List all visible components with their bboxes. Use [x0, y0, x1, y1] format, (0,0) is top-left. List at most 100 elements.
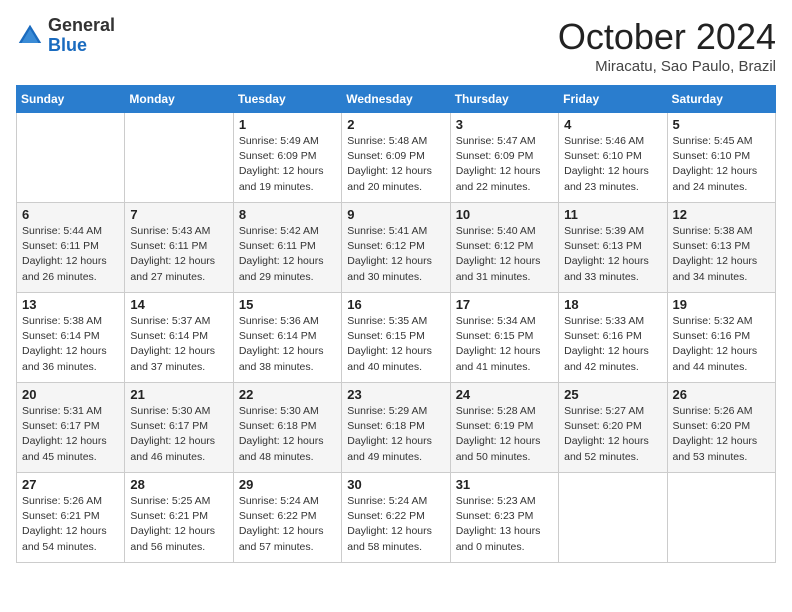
day-info: Sunrise: 5:30 AM Sunset: 6:18 PM Dayligh… — [239, 404, 336, 465]
day-number: 26 — [673, 387, 770, 402]
day-info: Sunrise: 5:41 AM Sunset: 6:12 PM Dayligh… — [347, 224, 444, 285]
day-number: 12 — [673, 207, 770, 222]
day-info: Sunrise: 5:44 AM Sunset: 6:11 PM Dayligh… — [22, 224, 119, 285]
calendar-cell: 12 Sunrise: 5:38 AM Sunset: 6:13 PM Dayli… — [667, 203, 775, 293]
day-number: 19 — [673, 297, 770, 312]
day-info: Sunrise: 5:23 AM Sunset: 6:23 PM Dayligh… — [456, 494, 553, 555]
calendar-cell: 5Sunrise: 5:45 AM Sunset: 6:10 PM Daylig… — [667, 113, 775, 203]
calendar-cell: 19 Sunrise: 5:32 AM Sunset: 6:16 PM Dayli… — [667, 293, 775, 383]
calendar-cell: 8 Sunrise: 5:42 AM Sunset: 6:11 PM Daylig… — [233, 203, 341, 293]
calendar-cell — [667, 473, 775, 563]
calendar-body: 1Sunrise: 5:49 AM Sunset: 6:09 PM Daylig… — [17, 113, 776, 563]
day-info: Sunrise: 5:40 AM Sunset: 6:12 PM Dayligh… — [456, 224, 553, 285]
calendar-cell: 25 Sunrise: 5:27 AM Sunset: 6:20 PM Dayli… — [559, 383, 667, 473]
calendar-cell: 7Sunrise: 5:43 AM Sunset: 6:11 PM Daylig… — [125, 203, 233, 293]
day-info: Sunrise: 5:34 AM Sunset: 6:15 PM Dayligh… — [456, 314, 553, 375]
day-number: 14 — [130, 297, 227, 312]
day-number: 25 — [564, 387, 661, 402]
day-info: Sunrise: 5:24 AM Sunset: 6:22 PM Dayligh… — [347, 494, 444, 555]
calendar-cell: 4Sunrise: 5:46 AM Sunset: 6:10 PM Daylig… — [559, 113, 667, 203]
calendar-cell: 28Sunrise: 5:25 AM Sunset: 6:21 PM Dayli… — [125, 473, 233, 563]
day-number: 15 — [239, 297, 336, 312]
weekday-header: Wednesday — [342, 86, 450, 113]
day-number: 20 — [22, 387, 119, 402]
day-number: 11 — [564, 207, 661, 222]
day-number: 7 — [130, 207, 227, 222]
calendar-cell: 11 Sunrise: 5:39 AM Sunset: 6:13 PM Dayli… — [559, 203, 667, 293]
day-number: 9 — [347, 207, 444, 222]
calendar-table: SundayMondayTuesdayWednesdayThursdayFrid… — [16, 85, 776, 563]
day-number: 2 — [347, 117, 444, 132]
calendar-cell: 29 Sunrise: 5:24 AM Sunset: 6:22 PM Dayli… — [233, 473, 341, 563]
logo-text: General Blue — [48, 16, 115, 56]
weekday-header: Thursday — [450, 86, 558, 113]
calendar-cell: 14 Sunrise: 5:37 AM Sunset: 6:14 PM Dayli… — [125, 293, 233, 383]
day-number: 4 — [564, 117, 661, 132]
weekday-header: Sunday — [17, 86, 125, 113]
day-info: Sunrise: 5:32 AM Sunset: 6:16 PM Dayligh… — [673, 314, 770, 375]
calendar-cell: 16 Sunrise: 5:35 AM Sunset: 6:15 PM Dayli… — [342, 293, 450, 383]
day-info: Sunrise: 5:47 AM Sunset: 6:09 PM Dayligh… — [456, 134, 553, 195]
day-number: 28 — [130, 477, 227, 492]
day-number: 3 — [456, 117, 553, 132]
calendar-cell: 10 Sunrise: 5:40 AM Sunset: 6:12 PM Dayli… — [450, 203, 558, 293]
day-number: 22 — [239, 387, 336, 402]
page-header: General Blue October 2024 Miracatu, Sao … — [16, 16, 776, 75]
calendar-cell: 13Sunrise: 5:38 AM Sunset: 6:14 PM Dayli… — [17, 293, 125, 383]
day-number: 21 — [130, 387, 227, 402]
day-info: Sunrise: 5:26 AM Sunset: 6:20 PM Dayligh… — [673, 404, 770, 465]
day-info: Sunrise: 5:27 AM Sunset: 6:20 PM Dayligh… — [564, 404, 661, 465]
day-number: 29 — [239, 477, 336, 492]
logo: General Blue — [16, 16, 115, 56]
calendar-week-row: 6 Sunrise: 5:44 AM Sunset: 6:11 PM Daylig… — [17, 203, 776, 293]
day-info: Sunrise: 5:24 AM Sunset: 6:22 PM Dayligh… — [239, 494, 336, 555]
calendar-cell: 1Sunrise: 5:49 AM Sunset: 6:09 PM Daylig… — [233, 113, 341, 203]
calendar-header: SundayMondayTuesdayWednesdayThursdayFrid… — [17, 86, 776, 113]
day-info: Sunrise: 5:45 AM Sunset: 6:10 PM Dayligh… — [673, 134, 770, 195]
calendar-cell: 18 Sunrise: 5:33 AM Sunset: 6:16 PM Dayli… — [559, 293, 667, 383]
day-number: 10 — [456, 207, 553, 222]
day-info: Sunrise: 5:38 AM Sunset: 6:13 PM Dayligh… — [673, 224, 770, 285]
calendar-cell: 17Sunrise: 5:34 AM Sunset: 6:15 PM Dayli… — [450, 293, 558, 383]
calendar-cell — [559, 473, 667, 563]
day-number: 8 — [239, 207, 336, 222]
day-info: Sunrise: 5:36 AM Sunset: 6:14 PM Dayligh… — [239, 314, 336, 375]
day-number: 16 — [347, 297, 444, 312]
weekday-row: SundayMondayTuesdayWednesdayThursdayFrid… — [17, 86, 776, 113]
calendar-cell: 3 Sunrise: 5:47 AM Sunset: 6:09 PM Daylig… — [450, 113, 558, 203]
day-number: 27 — [22, 477, 119, 492]
day-info: Sunrise: 5:33 AM Sunset: 6:16 PM Dayligh… — [564, 314, 661, 375]
calendar-cell — [125, 113, 233, 203]
day-number: 30 — [347, 477, 444, 492]
day-info: Sunrise: 5:30 AM Sunset: 6:17 PM Dayligh… — [130, 404, 227, 465]
calendar-cell: 30 Sunrise: 5:24 AM Sunset: 6:22 PM Dayli… — [342, 473, 450, 563]
day-info: Sunrise: 5:35 AM Sunset: 6:15 PM Dayligh… — [347, 314, 444, 375]
weekday-header: Monday — [125, 86, 233, 113]
calendar-week-row: 13Sunrise: 5:38 AM Sunset: 6:14 PM Dayli… — [17, 293, 776, 383]
calendar-cell: 31 Sunrise: 5:23 AM Sunset: 6:23 PM Dayli… — [450, 473, 558, 563]
calendar-cell: 22 Sunrise: 5:30 AM Sunset: 6:18 PM Dayli… — [233, 383, 341, 473]
calendar-cell: 26 Sunrise: 5:26 AM Sunset: 6:20 PM Dayli… — [667, 383, 775, 473]
day-number: 1 — [239, 117, 336, 132]
month-title: October 2024 — [558, 16, 776, 58]
weekday-header: Friday — [559, 86, 667, 113]
day-number: 31 — [456, 477, 553, 492]
calendar-cell — [17, 113, 125, 203]
calendar-cell: 6 Sunrise: 5:44 AM Sunset: 6:11 PM Daylig… — [17, 203, 125, 293]
day-info: Sunrise: 5:48 AM Sunset: 6:09 PM Dayligh… — [347, 134, 444, 195]
day-info: Sunrise: 5:28 AM Sunset: 6:19 PM Dayligh… — [456, 404, 553, 465]
day-number: 23 — [347, 387, 444, 402]
calendar-cell: 15 Sunrise: 5:36 AM Sunset: 6:14 PM Dayli… — [233, 293, 341, 383]
day-info: Sunrise: 5:39 AM Sunset: 6:13 PM Dayligh… — [564, 224, 661, 285]
day-info: Sunrise: 5:37 AM Sunset: 6:14 PM Dayligh… — [130, 314, 227, 375]
day-number: 6 — [22, 207, 119, 222]
day-info: Sunrise: 5:42 AM Sunset: 6:11 PM Dayligh… — [239, 224, 336, 285]
logo-icon — [16, 22, 44, 50]
calendar-cell: 9 Sunrise: 5:41 AM Sunset: 6:12 PM Daylig… — [342, 203, 450, 293]
day-info: Sunrise: 5:29 AM Sunset: 6:18 PM Dayligh… — [347, 404, 444, 465]
day-number: 18 — [564, 297, 661, 312]
day-info: Sunrise: 5:26 AM Sunset: 6:21 PM Dayligh… — [22, 494, 119, 555]
calendar-cell: 27 Sunrise: 5:26 AM Sunset: 6:21 PM Dayli… — [17, 473, 125, 563]
day-number: 24 — [456, 387, 553, 402]
weekday-header: Saturday — [667, 86, 775, 113]
